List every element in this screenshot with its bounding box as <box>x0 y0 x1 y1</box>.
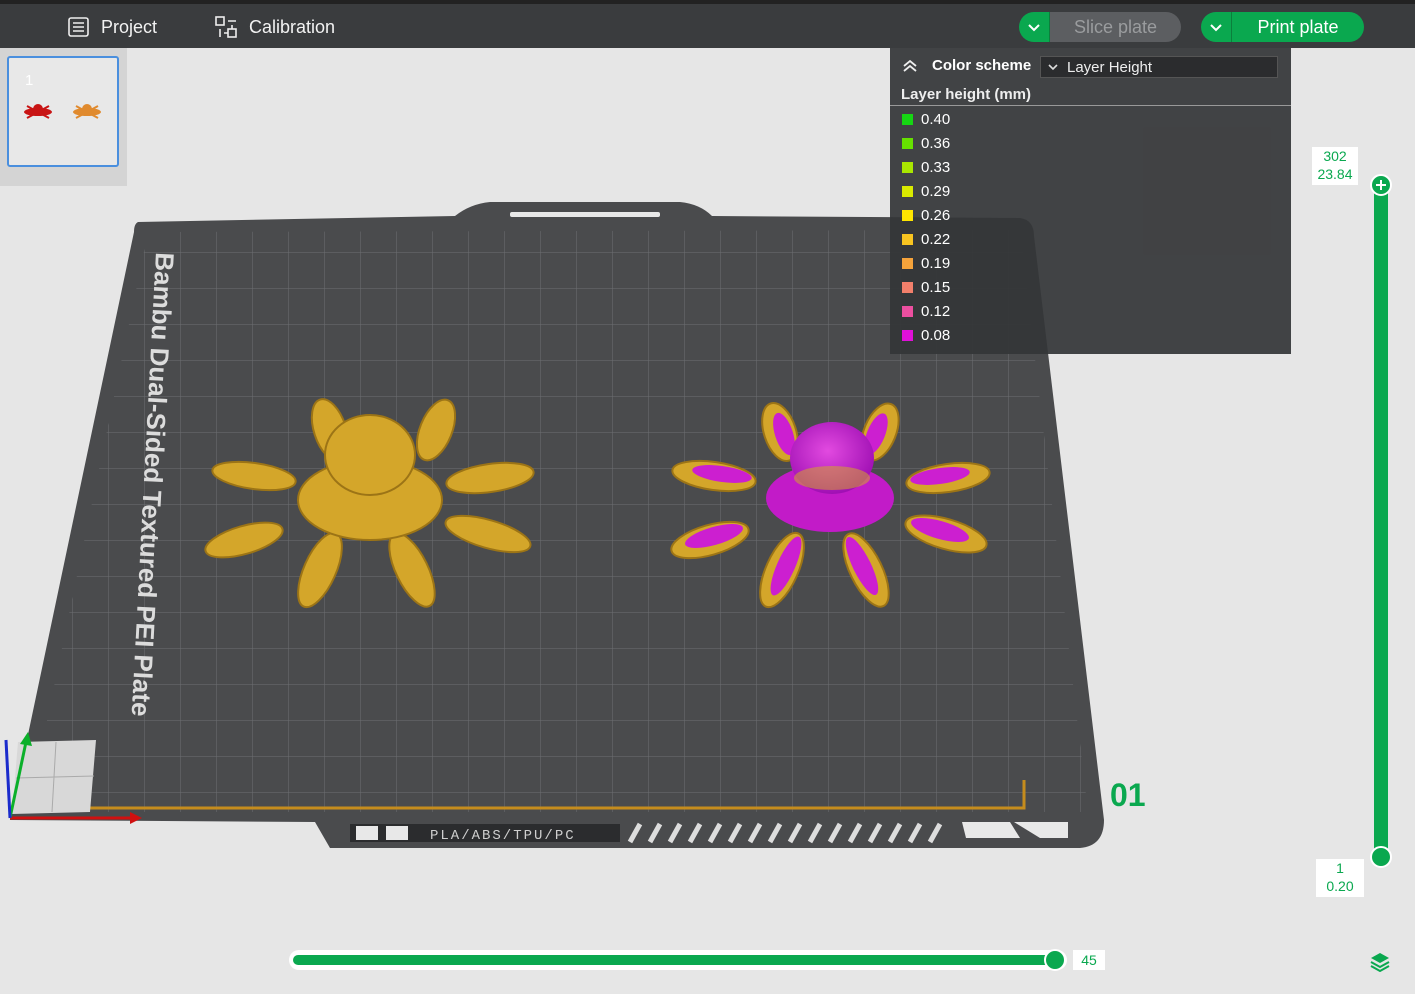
top-toolbar: Project Calibration Slice plate Print pl… <box>0 0 1415 48</box>
legend-item: 0.19 <box>902 251 950 275</box>
legend-swatch <box>902 161 913 173</box>
plus-icon <box>1376 180 1386 190</box>
plate-list-panel: 1 <box>0 48 127 186</box>
legend-swatch <box>902 209 913 221</box>
legend-value: 0.26 <box>921 206 951 224</box>
legend-subtitle: Layer height (mm) <box>890 86 1291 106</box>
plate-number-label: 01 <box>1110 777 1146 813</box>
bottom-layer-height: 0.20 <box>1326 878 1354 894</box>
legend-value: 0.19 <box>921 254 951 272</box>
plate-number: 1 <box>25 72 34 89</box>
legend-value: 0.22 <box>921 230 951 248</box>
legend-swatch <box>902 305 913 317</box>
print-dropdown[interactable] <box>1201 12 1232 42</box>
bed-bottom-label: PLA/ABS/TPU/PC <box>430 828 576 844</box>
chevron-down-icon <box>1210 24 1222 32</box>
layer-slider-bottom-handle[interactable] <box>1370 846 1392 868</box>
layer-slider-track[interactable] <box>1374 185 1388 857</box>
legend-item: 0.40 <box>902 107 950 131</box>
move-slider-value: 45 <box>1073 950 1105 970</box>
legend-value: 0.29 <box>921 182 951 200</box>
top-layer-height: 23.84 <box>1317 166 1353 182</box>
project-tab[interactable]: Project <box>68 12 157 42</box>
slice-dropdown[interactable] <box>1019 12 1050 42</box>
list-icon <box>68 17 89 37</box>
chevron-down-icon <box>1048 64 1058 71</box>
slice-plate-label[interactable]: Slice plate <box>1050 12 1181 42</box>
calibration-tab[interactable]: Calibration <box>215 12 335 42</box>
plate-preview-icon <box>24 104 101 119</box>
print-plate-label[interactable]: Print plate <box>1232 12 1364 42</box>
move-slider-handle[interactable] <box>1044 949 1066 971</box>
legend-value: 0.40 <box>921 110 951 128</box>
collapse-icon[interactable] <box>902 58 918 74</box>
chevron-down-icon <box>1028 24 1040 32</box>
legend-swatch <box>902 329 913 341</box>
legend-value: 0.33 <box>921 158 951 176</box>
legend-item: 0.08 <box>902 323 950 347</box>
legend-item: 0.26 <box>902 203 950 227</box>
calibration-icon <box>215 16 237 38</box>
project-label: Project <box>101 16 158 37</box>
move-slider-fill <box>293 955 1053 965</box>
legend-swatch <box>902 233 913 245</box>
legend-value: 0.08 <box>921 326 951 344</box>
legend-value: 0.12 <box>921 302 951 320</box>
legend-item: 0.15 <box>902 275 950 299</box>
move-slider-track[interactable] <box>289 950 1067 970</box>
plate-thumbnail[interactable]: 1 <box>7 56 119 167</box>
legend-value: 0.36 <box>921 134 951 152</box>
calibration-label: Calibration <box>249 16 336 37</box>
legend-item: 0.33 <box>902 155 950 179</box>
print-plate-button[interactable]: Print plate <box>1201 12 1364 42</box>
color-scheme-legend: Color scheme Layer Height Layer height (… <box>890 48 1291 354</box>
bottom-layer-label: 1 0.20 <box>1316 859 1364 897</box>
legend-item: 0.29 <box>902 179 950 203</box>
legend-item: 0.22 <box>902 227 950 251</box>
color-scheme-label: Color scheme <box>932 57 1032 74</box>
top-layer-label: 302 23.84 <box>1312 147 1358 185</box>
legend-item: 0.12 <box>902 299 950 323</box>
legend-swatch <box>902 185 913 197</box>
legend-swatch <box>902 257 913 269</box>
color-scheme-value: Layer Height <box>1067 58 1153 76</box>
legend-item: 0.36 <box>902 131 950 155</box>
legend-swatch <box>902 281 913 293</box>
legend-swatch <box>902 137 913 149</box>
layers-icon[interactable] <box>1369 950 1391 972</box>
legend-value: 0.15 <box>921 278 951 296</box>
bottom-layer-number: 1 <box>1336 860 1344 876</box>
slice-plate-button[interactable]: Slice plate <box>1019 12 1181 42</box>
layer-slider-top-handle[interactable] <box>1370 174 1392 196</box>
color-scheme-select[interactable]: Layer Height <box>1040 56 1278 78</box>
top-layer-number: 302 <box>1323 148 1347 164</box>
legend-swatch <box>902 113 913 125</box>
